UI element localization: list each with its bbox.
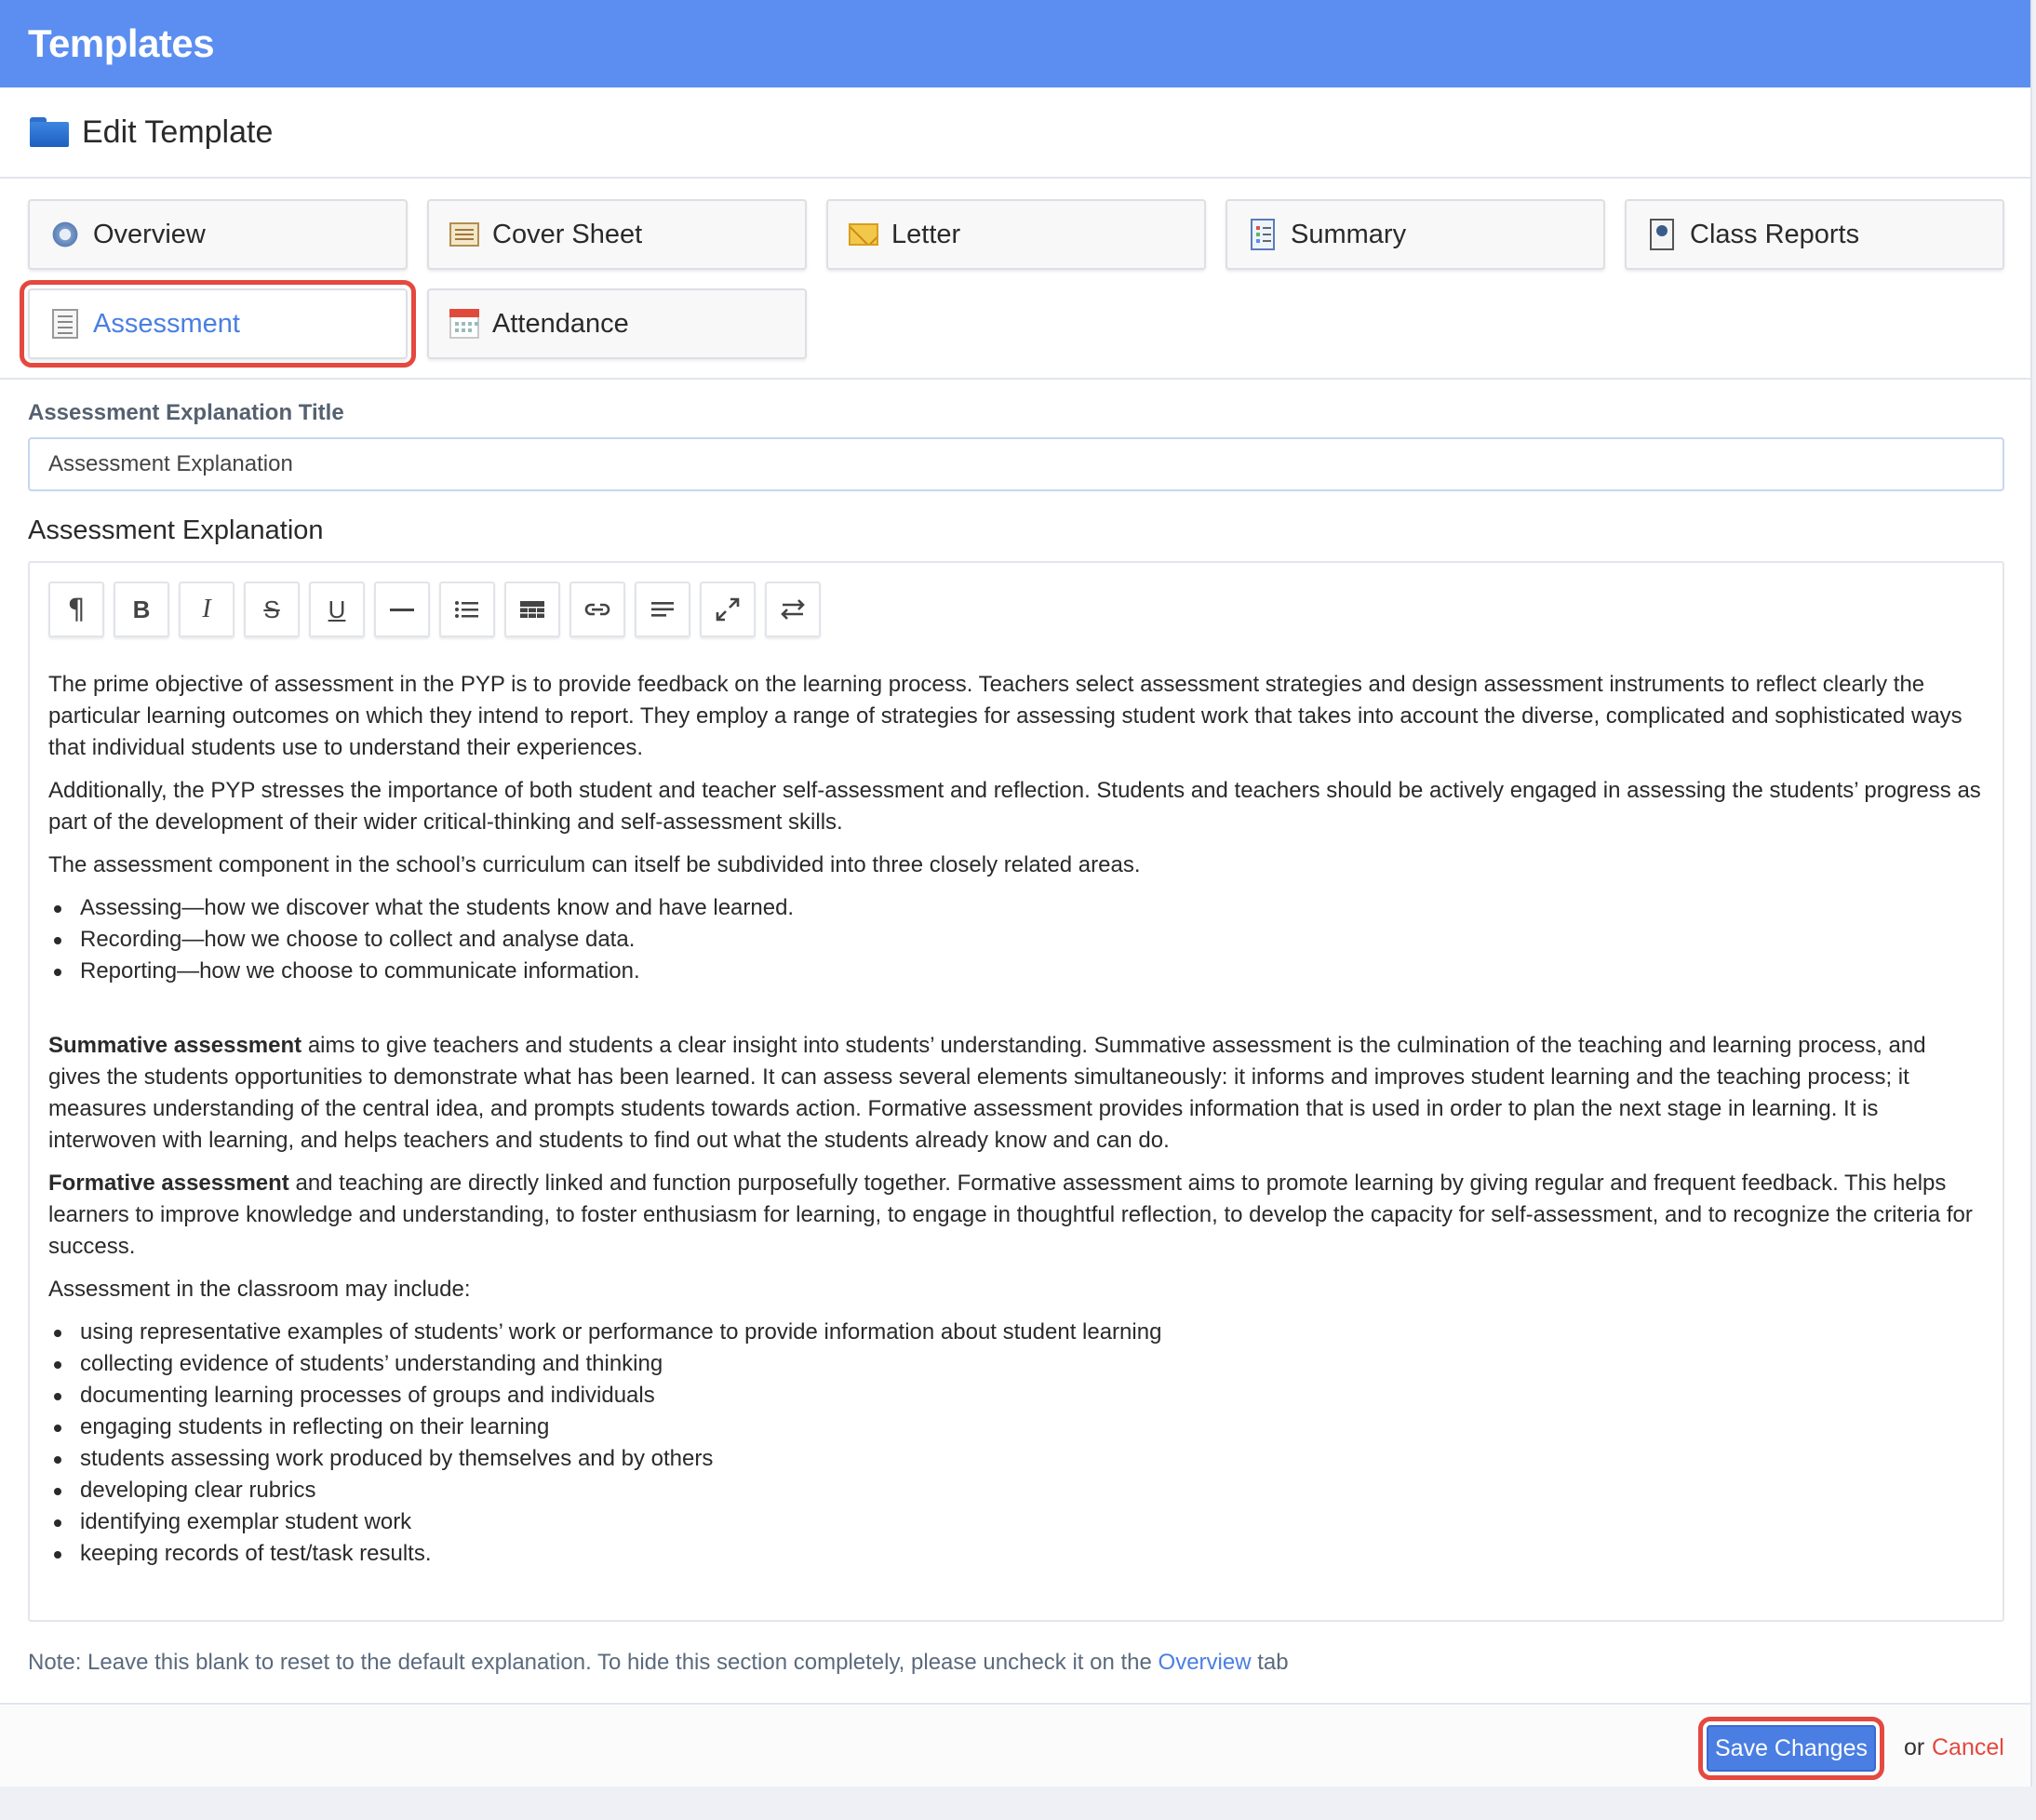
list-item: students assessing work produced by them… [48,1443,1982,1475]
class-reports-icon [1647,219,1677,250]
list-button[interactable] [439,582,495,637]
table-icon [520,601,544,618]
list-item: keeping records of test/task results. [48,1538,1982,1570]
paragraph: Additionally, the PYP stresses the impor… [48,778,1981,835]
paragraph-icon: ¶ [67,593,86,626]
horizontal-rule-button[interactable] [374,582,430,637]
editor-content[interactable]: The prime objective of assessment in the… [30,637,2003,1570]
paragraph-text: and teaching are directly linked and fun… [48,1171,1973,1259]
calendar-icon [449,309,479,339]
paragraph-button[interactable]: ¶ [48,582,104,637]
tab-overview[interactable]: Overview [28,199,408,270]
tab-class-reports[interactable]: Class Reports [1625,199,2004,270]
list-item: documenting learning processes of groups… [48,1380,1982,1412]
italic-icon: I [202,595,211,623]
folder-icon [30,117,69,147]
title-input[interactable] [28,437,2004,491]
tab-attendance[interactable]: Attendance [427,288,807,359]
strikethrough-icon: S [263,595,280,623]
tab-label: Class Reports [1690,219,1860,249]
edit-header: Edit Template [0,87,2030,179]
editor-toolbar: ¶ B I S U [30,563,2003,637]
swap-icon [781,599,805,620]
tab-letter[interactable]: Letter [826,199,1206,270]
classroom-list: using representative examples of student… [48,1317,1982,1570]
tab-label: Attendance [492,308,629,339]
note-text: Note: Leave this blank to reset to the d… [28,1650,1159,1675]
overview-link[interactable]: Overview [1159,1650,1252,1675]
save-button[interactable]: Save Changes [1698,1717,1884,1780]
page: Templates Edit Template Overview Cover S… [0,0,2032,1787]
areas-list: Assessing—how we discover what the stude… [48,892,1982,987]
list-item: collecting evidence of students’ underst… [48,1348,1982,1380]
list-item: engaging students in reflecting on their… [48,1412,1982,1443]
bold-term: Summative assessment [48,1033,302,1058]
bold-icon: B [132,595,151,623]
explanation-label: Assessment Explanation [28,515,324,545]
note-text-end: tab [1251,1650,1289,1675]
align-icon [651,602,674,617]
form-area: Assessment Explanation Title Assessment … [0,380,2030,1676]
app-title: Templates [28,21,215,65]
horizontal-rule-icon [390,609,414,611]
tab-label: Summary [1291,219,1407,249]
title-field-label: Assessment Explanation Title [28,400,344,425]
link-button[interactable] [569,582,625,637]
list-item: using representative examples of student… [48,1317,1982,1348]
list-item: developing clear rubrics [48,1475,1982,1506]
help-note: Note: Leave this blank to reset to the d… [28,1650,2003,1676]
list-item: Assessing—how we discover what the stude… [48,892,1982,924]
strikethrough-button[interactable]: S [244,582,300,637]
underline-button[interactable]: U [309,582,365,637]
list-item: Reporting—how we choose to communicate i… [48,956,1982,987]
rich-text-editor[interactable]: ¶ B I S U The prime objective of assessm… [28,561,2004,1622]
page-title: Edit Template [82,114,274,150]
tab-label: Assessment [93,308,240,339]
template-tabs: Overview Cover Sheet Letter Summary Clas… [0,179,2030,380]
or-text: or [1904,1734,1925,1760]
list-item: Recording—how we choose to collect and a… [48,924,1982,956]
tab-assessment[interactable]: Assessment [20,280,416,368]
form-footer: Save Changes or Cancel [0,1703,2030,1787]
tab-label: Cover Sheet [492,219,643,249]
tab-summary[interactable]: Summary [1226,199,1605,270]
paragraph: Summative assessment aims to give teache… [48,1030,1982,1157]
tab-label: Letter [891,219,961,249]
cancel-link[interactable]: Cancel [1932,1734,2004,1761]
paragraph-text: aims to give teachers and students a cle… [48,1033,1926,1153]
paragraph: The prime objective of assessment in the… [48,672,1962,760]
cover-sheet-icon [449,220,479,249]
underline-icon: U [328,595,346,623]
bold-button[interactable]: B [114,582,169,637]
list-icon [455,601,478,618]
assessment-icon [50,309,80,339]
paragraph: The assessment component in the school’s… [48,852,1141,877]
link-icon [584,603,610,616]
tab-cover-sheet[interactable]: Cover Sheet [427,199,807,270]
paragraph: Formative assessment and teaching are di… [48,1168,1982,1263]
html-toggle-button[interactable] [765,582,821,637]
tab-label: Overview [93,219,206,249]
envelope-icon [849,220,878,249]
bold-term: Formative assessment [48,1171,289,1196]
align-button[interactable] [635,582,690,637]
table-button[interactable] [504,582,560,637]
gear-icon [50,220,80,249]
fullscreen-button[interactable] [700,582,756,637]
top-bar: Templates [0,0,2030,87]
list-item: identifying exemplar student work [48,1506,1982,1538]
expand-icon [716,597,740,622]
paragraph: Assessment in the classroom may include: [48,1277,471,1302]
italic-button[interactable]: I [179,582,234,637]
summary-icon [1248,219,1278,250]
